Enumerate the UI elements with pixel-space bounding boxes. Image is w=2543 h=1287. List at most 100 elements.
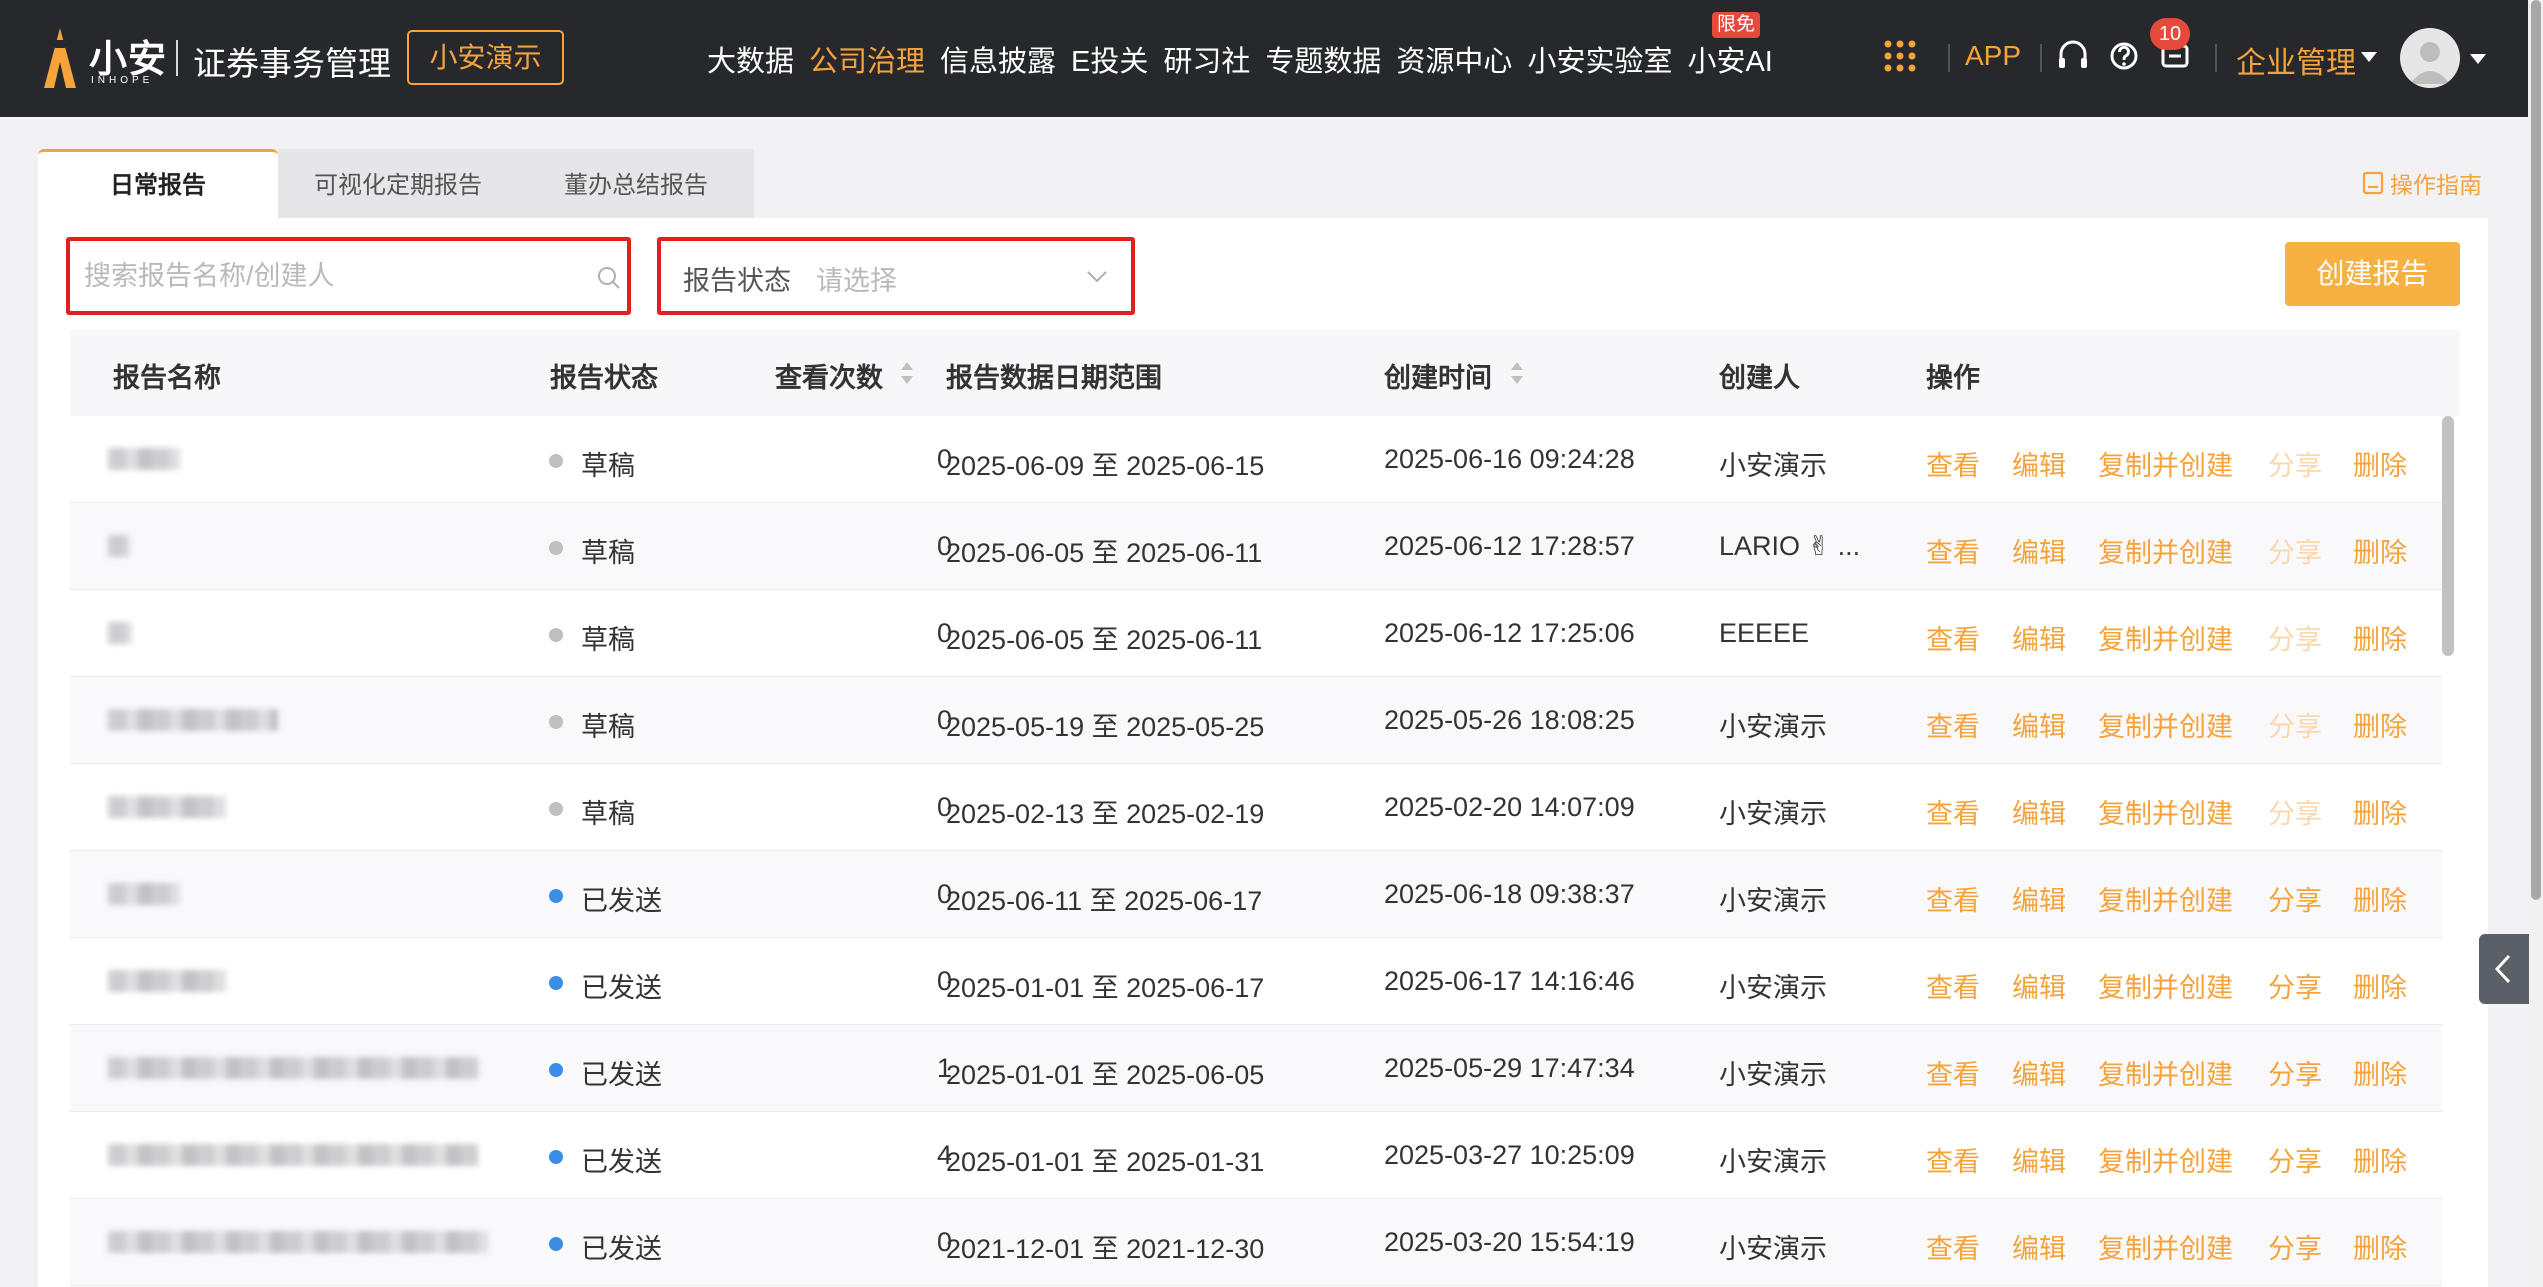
tab-visual-periodic-report[interactable]: 可视化定期报告	[278, 149, 518, 220]
delete-button[interactable]: 删除	[2353, 966, 2407, 1005]
edit-button[interactable]: 编辑	[2012, 444, 2066, 483]
copy-create-button[interactable]: 复制并创建	[2098, 1227, 2233, 1266]
view-button[interactable]: 查看	[1926, 1227, 1980, 1266]
copy-create-button[interactable]: 复制并创建	[2098, 1140, 2233, 1179]
view-button[interactable]: 查看	[1926, 792, 1980, 831]
demo-account-button[interactable]: 小安演示	[407, 30, 564, 85]
delete-button[interactable]: 删除	[2353, 792, 2407, 831]
status-dot	[549, 1237, 563, 1251]
nav-item-governance[interactable]: 公司治理	[809, 38, 925, 80]
view-button[interactable]: 查看	[1926, 1053, 1980, 1092]
copy-create-button[interactable]: 复制并创建	[2098, 705, 2233, 744]
report-name-redacted[interactable]	[108, 1057, 478, 1079]
created-time: 2025-06-17 14:16:46	[1384, 966, 1635, 996]
delete-button[interactable]: 删除	[2353, 1227, 2407, 1266]
nav-item-ai[interactable]: 小安AI	[1687, 38, 1772, 80]
report-name-redacted[interactable]	[108, 796, 226, 818]
search-field[interactable]	[66, 237, 631, 315]
status-dot	[549, 802, 563, 816]
copy-create-button[interactable]: 复制并创建	[2098, 444, 2233, 483]
chevron-down-icon[interactable]	[1085, 269, 1109, 285]
copy-create-button[interactable]: 复制并创建	[2098, 618, 2233, 657]
nav-item-resources[interactable]: 资源中心	[1396, 38, 1512, 80]
edit-button[interactable]: 编辑	[2012, 531, 2066, 570]
created-time: 2025-06-12 17:25:06	[1384, 618, 1635, 648]
tab-summary-report[interactable]: 董办总结报告	[518, 149, 754, 220]
col-view-count[interactable]: 查看次数	[775, 356, 883, 395]
delete-button[interactable]: 删除	[2353, 531, 2407, 570]
delete-button[interactable]: 删除	[2353, 1053, 2407, 1092]
view-button[interactable]: 查看	[1926, 618, 1980, 657]
share-button[interactable]: 分享	[2268, 1227, 2322, 1266]
create-report-button[interactable]: 创建报告	[2285, 242, 2460, 306]
view-button[interactable]: 查看	[1926, 444, 1980, 483]
nav-item-bigdata[interactable]: 大数据	[707, 38, 794, 80]
avatar[interactable]	[2400, 28, 2460, 88]
table-scrollbar[interactable]	[2442, 416, 2454, 656]
copy-create-button[interactable]: 复制并创建	[2098, 792, 2233, 831]
delete-button[interactable]: 删除	[2353, 618, 2407, 657]
operation-guide-link[interactable]: 操作指南	[2362, 166, 2482, 200]
edit-button[interactable]: 编辑	[2012, 1140, 2066, 1179]
view-button[interactable]: 查看	[1926, 705, 1980, 744]
status-placeholder[interactable]: 请选择	[816, 259, 897, 298]
page-scrollbar-thumb[interactable]	[2531, 0, 2541, 900]
copy-create-button[interactable]: 复制并创建	[2098, 531, 2233, 570]
report-name-redacted[interactable]	[108, 622, 132, 644]
report-name-redacted[interactable]	[108, 883, 180, 905]
created-time: 2025-05-26 18:08:25	[1384, 705, 1635, 735]
view-button[interactable]: 查看	[1926, 879, 1980, 918]
report-name-redacted[interactable]	[108, 535, 130, 557]
copy-create-button[interactable]: 复制并创建	[2098, 1053, 2233, 1092]
view-button[interactable]: 查看	[1926, 531, 1980, 570]
view-button[interactable]: 查看	[1926, 1140, 1980, 1179]
report-name-redacted[interactable]	[108, 970, 226, 992]
headset-icon[interactable]	[2053, 34, 2093, 78]
enterprise-menu[interactable]: 企业管理	[2236, 38, 2356, 82]
view-button[interactable]: 查看	[1926, 966, 1980, 1005]
search-input[interactable]	[84, 257, 564, 295]
share-button[interactable]: 分享	[2268, 1053, 2322, 1092]
edit-button[interactable]: 编辑	[2012, 705, 2066, 744]
nav-item-investor[interactable]: E投关	[1071, 38, 1148, 80]
status-select[interactable]: 报告状态 请选择	[657, 237, 1135, 315]
report-name-redacted[interactable]	[108, 1231, 488, 1253]
edit-button[interactable]: 编辑	[2012, 879, 2066, 918]
help-icon[interactable]	[2104, 34, 2144, 78]
share-button[interactable]: 分享	[2268, 879, 2322, 918]
delete-button[interactable]: 删除	[2353, 444, 2407, 483]
table-header	[70, 330, 2460, 416]
chevron-down-icon[interactable]	[2361, 52, 2377, 62]
col-creator: 创建人	[1719, 363, 1800, 393]
delete-button[interactable]: 删除	[2353, 879, 2407, 918]
nav-item-topic-data[interactable]: 专题数据	[1265, 38, 1381, 80]
edit-button[interactable]: 编辑	[2012, 1227, 2066, 1266]
logo-icon[interactable]	[38, 26, 82, 90]
nav-item-lab[interactable]: 小安实验室	[1527, 38, 1672, 80]
edit-button[interactable]: 编辑	[2012, 792, 2066, 831]
tab-daily-report[interactable]: 日常报告	[38, 149, 278, 220]
col-created-time[interactable]: 创建时间	[1384, 356, 1492, 395]
share-button[interactable]: 分享	[2268, 1140, 2322, 1179]
sort-icon[interactable]	[1508, 358, 1526, 388]
edit-button[interactable]: 编辑	[2012, 618, 2066, 657]
search-icon[interactable]	[596, 265, 622, 291]
apps-grid-icon[interactable]	[1880, 34, 1920, 78]
delete-button[interactable]: 删除	[2353, 1140, 2407, 1179]
copy-create-button[interactable]: 复制并创建	[2098, 879, 2233, 918]
chevron-down-icon[interactable]	[2470, 54, 2486, 64]
nav-item-academy[interactable]: 研习社	[1163, 38, 1250, 80]
side-panel-toggle[interactable]	[2479, 934, 2529, 1004]
share-button[interactable]: 分享	[2268, 966, 2322, 1005]
chevron-left-icon	[2494, 954, 2511, 984]
report-name-redacted[interactable]	[108, 1144, 478, 1166]
app-link[interactable]: APP	[1965, 40, 2021, 72]
edit-button[interactable]: 编辑	[2012, 1053, 2066, 1092]
report-name-redacted[interactable]	[108, 448, 180, 470]
edit-button[interactable]: 编辑	[2012, 966, 2066, 1005]
copy-create-button[interactable]: 复制并创建	[2098, 966, 2233, 1005]
delete-button[interactable]: 删除	[2353, 705, 2407, 744]
sort-icon[interactable]	[898, 358, 916, 388]
report-name-redacted[interactable]	[108, 709, 278, 731]
nav-item-disclosure[interactable]: 信息披露	[940, 38, 1056, 80]
